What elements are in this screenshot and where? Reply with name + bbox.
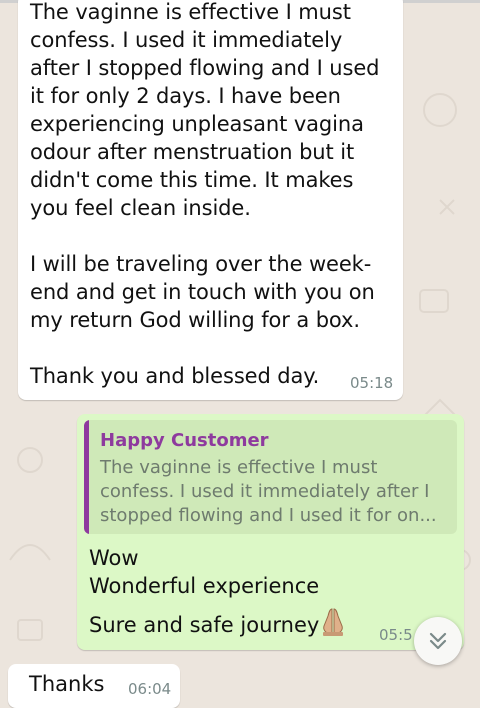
outgoing-message-bubble[interactable]: Happy Customer The vaginne is effective … [77,414,464,650]
quote-accent-bar [84,420,89,534]
message-timestamp: 06:04 [128,680,172,698]
reply-line-3-row: Sure and safe journey [89,606,347,639]
folded-hands-emoji [323,608,344,636]
message-text: Thanks [29,672,105,696]
scroll-to-bottom-button[interactable] [414,617,462,665]
message-timestamp: 05:5 [379,626,413,644]
message-text: The vaginne is effective I must confess.… [30,0,380,388]
quoted-text: The vaginne is effective I must confess.… [100,457,437,526]
incoming-message-bubble[interactable]: Thanks 06:04 [8,664,180,708]
double-chevron-down-icon [429,632,447,650]
message-timestamp: 05:18 [350,374,394,392]
quoted-message[interactable]: Happy Customer The vaginne is effective … [84,420,457,534]
reply-line-3: Sure and safe journey [89,613,320,637]
reply-line-2: Wonderful experience [89,574,320,598]
quoted-sender-name: Happy Customer [100,430,269,451]
incoming-message-bubble[interactable]: The vaginne is effective I must confess.… [18,0,403,400]
reply-line-1: Wow [89,546,139,570]
